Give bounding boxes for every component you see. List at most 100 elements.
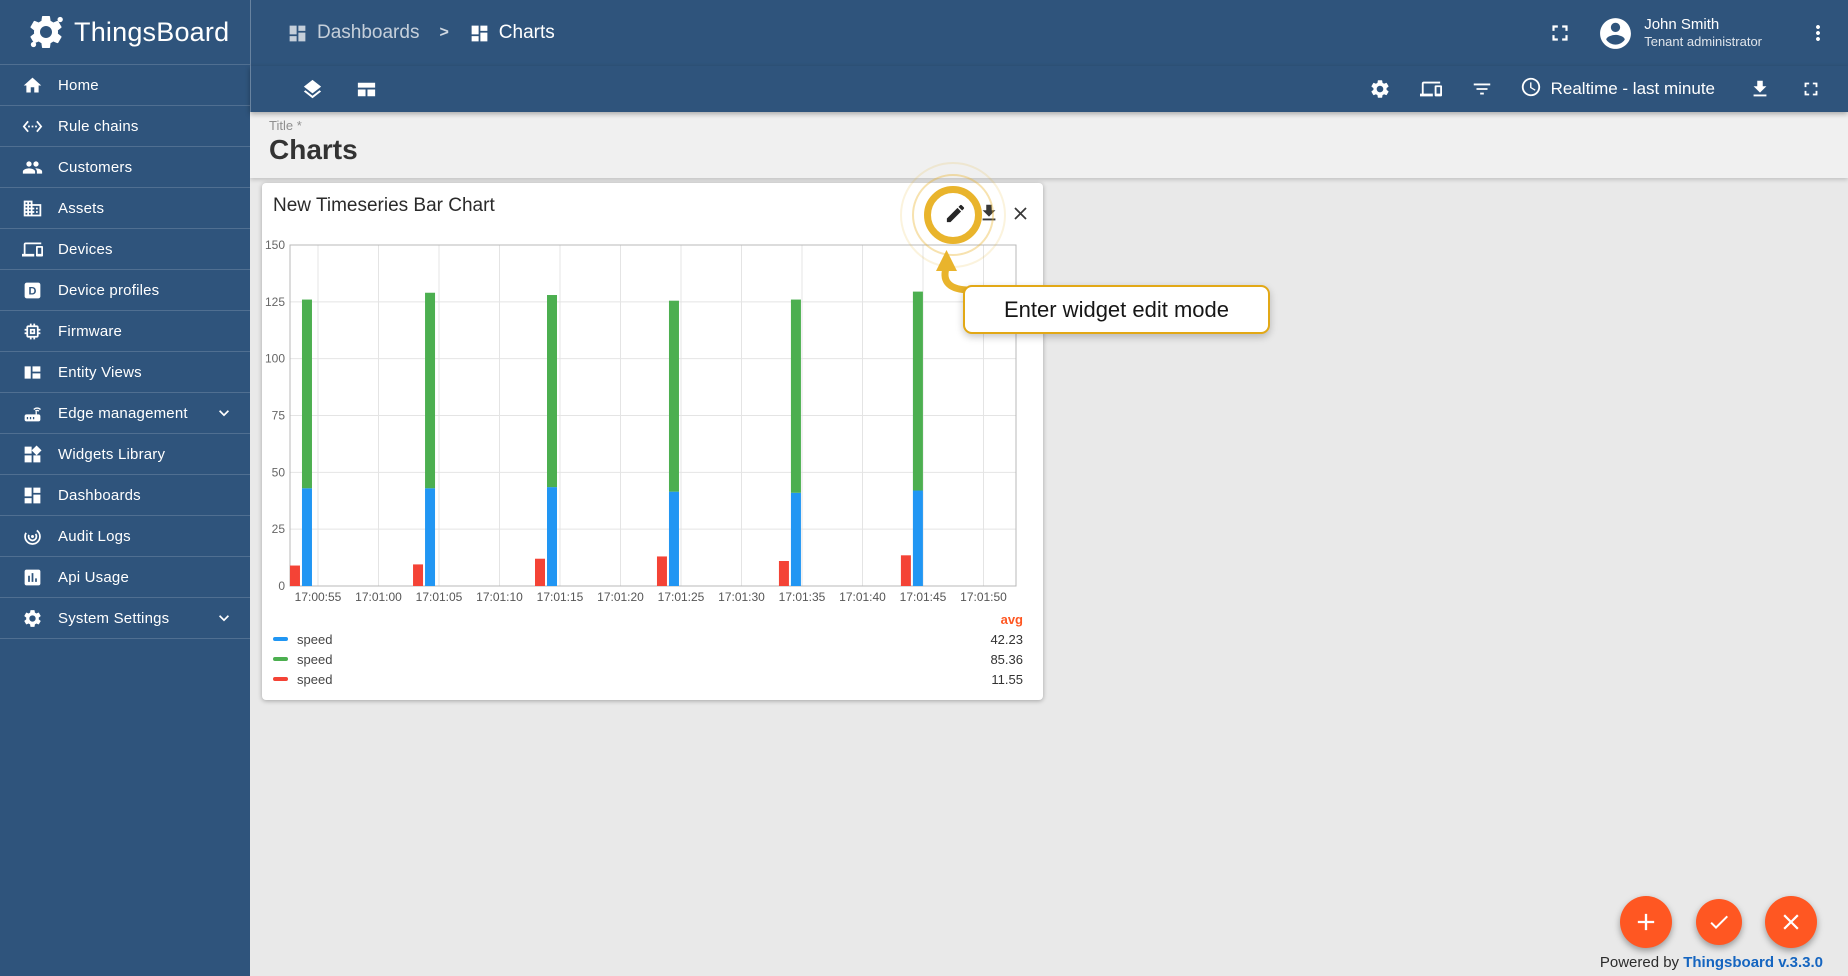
sidebar-menu: Home Rule chains Customers Assets Devices D De… xyxy=(0,65,250,639)
close-icon xyxy=(1778,909,1804,935)
svg-text:17:01:45: 17:01:45 xyxy=(900,590,947,604)
svg-text:17:01:35: 17:01:35 xyxy=(779,590,826,604)
assets-icon xyxy=(22,198,43,219)
user-menu[interactable]: John Smith Tenant administrator xyxy=(1644,16,1762,51)
svg-text:25: 25 xyxy=(272,522,286,536)
sidebar-item-dashboards[interactable]: Dashboards xyxy=(0,475,250,516)
breadcrumb-dashboards-link[interactable]: Dashboards xyxy=(317,22,419,44)
sidebar-item-edge-management[interactable]: Edge management xyxy=(0,393,250,434)
fullscreen-icon xyxy=(1800,78,1822,100)
entity-filters-button[interactable] xyxy=(1471,78,1493,100)
widget-export-button[interactable] xyxy=(978,202,1000,224)
sidebar-item-label: Entity Views xyxy=(58,363,142,381)
thingsboard-version-link[interactable]: Thingsboard v.3.3.0 xyxy=(1683,954,1823,971)
sidebar-item-system-settings[interactable]: System Settings xyxy=(0,598,250,639)
audit-logs-icon xyxy=(22,526,43,547)
svg-text:75: 75 xyxy=(272,409,286,423)
widget-remove-button[interactable] xyxy=(1010,203,1031,224)
svg-text:17:01:20: 17:01:20 xyxy=(597,590,644,604)
header-actions: John Smith Tenant administrator xyxy=(1547,15,1848,52)
widget-edit-button[interactable] xyxy=(944,202,967,225)
dashboards-icon xyxy=(22,485,43,506)
cancel-changes-fab[interactable] xyxy=(1765,896,1817,948)
layout-icon xyxy=(355,78,378,101)
chart-legend: avg speed 42.23 speed 85.36 speed 11.55 xyxy=(273,611,1023,689)
widgets-library-icon xyxy=(22,444,43,465)
dashboard-content: Title * Charts New Timeseries Bar Chart … xyxy=(250,112,1848,976)
sidebar-item-label: Rule chains xyxy=(58,117,139,135)
widget-title: New Timeseries Bar Chart xyxy=(273,195,495,216)
powered-by-footer: Powered by Thingsboard v.3.3.0 xyxy=(1600,954,1823,971)
system-settings-icon xyxy=(22,608,43,629)
sidebar-item-entity-views[interactable]: Entity Views xyxy=(0,352,250,393)
svg-text:17:01:50: 17:01:50 xyxy=(960,590,1007,604)
dashboard-settings-button[interactable] xyxy=(1369,78,1391,100)
sidebar-item-devices[interactable]: Devices xyxy=(0,229,250,270)
svg-text:17:00:55: 17:00:55 xyxy=(295,590,342,604)
apply-changes-fab[interactable] xyxy=(1696,899,1742,945)
legend-avg-value: 42.23 xyxy=(990,631,1023,647)
user-name: John Smith xyxy=(1644,15,1720,33)
chevron-down-icon xyxy=(214,608,234,628)
dashboard-states-button[interactable] xyxy=(301,78,324,101)
sidebar-item-api-usage[interactable]: Api Usage xyxy=(0,557,250,598)
sidebar-item-rule-chains[interactable]: Rule chains xyxy=(0,106,250,147)
sidebar-item-label: Edge management xyxy=(58,404,188,422)
legend-avg-value: 85.36 xyxy=(990,651,1023,667)
svg-text:17:01:40: 17:01:40 xyxy=(839,590,886,604)
export-dashboard-button[interactable] xyxy=(1749,78,1771,100)
sidebar-item-label: Device profiles xyxy=(58,281,160,299)
sidebar-item-device-profiles[interactable]: D Device profiles xyxy=(0,270,250,311)
api-usage-icon xyxy=(22,567,43,588)
devices-icon xyxy=(1419,78,1442,100)
sidebar-item-firmware[interactable]: Firmware xyxy=(0,311,250,352)
sidebar-item-home[interactable]: Home xyxy=(0,65,250,106)
svg-text:0: 0 xyxy=(278,579,285,593)
add-widget-fab[interactable] xyxy=(1620,896,1672,948)
svg-text:125: 125 xyxy=(265,295,285,309)
svg-text:17:01:10: 17:01:10 xyxy=(476,590,523,604)
plus-icon xyxy=(1632,908,1660,936)
sidebar-item-widgets-library[interactable]: Widgets Library xyxy=(0,434,250,475)
pencil-icon xyxy=(944,202,967,225)
close-icon xyxy=(1010,203,1031,224)
legend-avg-header: avg xyxy=(1000,612,1023,627)
tutorial-tooltip: Enter widget edit mode xyxy=(963,285,1270,334)
sidebar-item-audit-logs[interactable]: Audit Logs xyxy=(0,516,250,557)
sidebar: ThingsBoard Home Rule chains Customers Asse… xyxy=(0,0,250,976)
fullscreen-button[interactable] xyxy=(1547,20,1573,46)
gear-icon xyxy=(1369,78,1391,100)
timewindow-button[interactable]: Realtime - last minute xyxy=(1520,76,1715,103)
customers-icon xyxy=(22,157,43,178)
thingsboard-logo[interactable]: ThingsBoard xyxy=(0,0,250,65)
sidebar-item-label: Devices xyxy=(58,240,113,258)
dashboard-title-field[interactable]: Charts xyxy=(269,134,1848,166)
svg-text:17:01:00: 17:01:00 xyxy=(355,590,402,604)
app-title: ThingsBoard xyxy=(74,16,230,47)
timeseries-bar-chart: 0 25 50 75 100 125 150 17:00:55 17:01:00 17:01:05… xyxy=(262,223,1043,604)
dashboard-toolbar: Realtime - last minute xyxy=(250,66,1848,112)
user-avatar-icon[interactable] xyxy=(1597,15,1634,52)
clock-icon xyxy=(1520,76,1542,103)
sidebar-item-customers[interactable]: Customers xyxy=(0,147,250,188)
breadcrumb-separator: > xyxy=(439,24,449,41)
legend-swatch xyxy=(273,657,288,661)
svg-text:17:01:15: 17:01:15 xyxy=(537,590,584,604)
sidebar-item-label: Home xyxy=(58,76,99,94)
check-icon xyxy=(1707,910,1731,934)
timewindow-label: Realtime - last minute xyxy=(1550,79,1715,98)
entity-views-icon xyxy=(22,362,43,383)
sidebar-item-assets[interactable]: Assets xyxy=(0,188,250,229)
more-options-button[interactable] xyxy=(1806,21,1830,45)
entity-aliases-button[interactable] xyxy=(1419,78,1442,100)
svg-text:100: 100 xyxy=(265,352,285,366)
manage-layouts-button[interactable] xyxy=(355,78,378,101)
legend-series-label: speed xyxy=(297,631,333,647)
sidebar-item-label: Firmware xyxy=(58,322,123,340)
breadcrumb: Dashboards > Charts xyxy=(287,22,555,44)
download-icon xyxy=(1749,78,1771,100)
dashboard-fullscreen-button[interactable] xyxy=(1800,78,1822,100)
edge-management-icon xyxy=(22,403,43,424)
device-profiles-icon: D xyxy=(22,280,43,301)
legend-row: speed 11.55 xyxy=(273,669,1023,689)
